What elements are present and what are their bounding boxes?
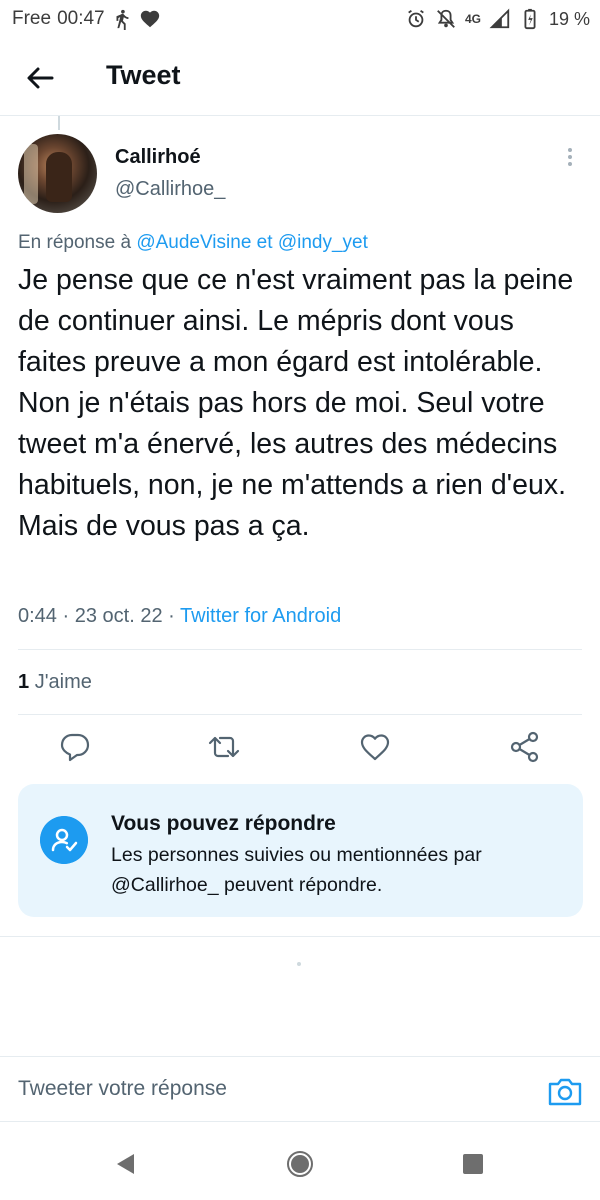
- tweet-date: 23 oct. 22: [74, 605, 163, 627]
- mention-link-audevisine[interactable]: @AudeVisine: [136, 232, 251, 253]
- more-options-icon[interactable]: [560, 146, 580, 172]
- thread-connector: [58, 116, 60, 130]
- camera-icon[interactable]: [546, 1075, 584, 1109]
- signal-icon: [489, 8, 510, 29]
- reply-permission-card: Vous pouvez répondre Les personnes suivi…: [18, 784, 583, 917]
- notifications-off-icon: [437, 9, 455, 28]
- back-arrow-icon[interactable]: [22, 60, 58, 96]
- battery-icon: [524, 8, 536, 30]
- reply-prefix: En réponse à: [18, 232, 132, 253]
- mention-link-indy-yet[interactable]: @indy_yet: [278, 232, 368, 253]
- tweet-text: Je pense que ce n'est vraiment pas la pe…: [18, 264, 574, 542]
- likes-label: J'aime: [34, 671, 92, 693]
- card-title: Vous pouvez répondre: [111, 812, 336, 835]
- heart-status-icon: [140, 10, 159, 28]
- app-header: Tweet: [0, 38, 600, 116]
- nav-recents-icon[interactable]: [461, 1152, 485, 1176]
- status-bar-right: 4G 19 %: [405, 8, 590, 30]
- tweet-time: 0:44: [18, 605, 57, 627]
- tweet-meta: 0:44 · 23 oct. 22 · Twitter for Android: [18, 605, 341, 628]
- network-type: 4G: [464, 12, 481, 26]
- reply-icon[interactable]: [58, 730, 92, 764]
- avatar-figure: [46, 152, 72, 202]
- reply-composer: [0, 1056, 600, 1122]
- system-nav-bar: [0, 1124, 600, 1200]
- avatar-light: [24, 144, 38, 204]
- tweet-actions: [0, 730, 600, 770]
- battery-level: 19 %: [548, 8, 590, 29]
- carrier-label: Free: [12, 8, 52, 29]
- reply-conjunction: et: [256, 232, 273, 253]
- meta-separator: ·: [168, 605, 175, 627]
- nav-home-icon[interactable]: [286, 1150, 314, 1178]
- likes-stat[interactable]: 1 J'aime: [18, 671, 92, 694]
- walking-icon: [116, 9, 129, 30]
- heart-icon[interactable]: [358, 730, 392, 764]
- divider: [18, 714, 582, 715]
- status-bar: Free 00:47 4G 19 %: [0, 0, 600, 38]
- retweet-icon[interactable]: [207, 730, 241, 764]
- reply-input[interactable]: [18, 1077, 518, 1101]
- clock: 00:47: [57, 8, 105, 29]
- share-icon[interactable]: [508, 730, 542, 764]
- divider: [0, 936, 600, 937]
- author-handle[interactable]: @Callirhoe_: [115, 178, 225, 201]
- alarm-icon: [408, 9, 424, 28]
- likes-count: 1: [18, 671, 30, 693]
- status-bar-left: Free 00:47: [12, 8, 161, 30]
- loading-indicator: [297, 962, 301, 966]
- card-body: Les personnes suivies ou mentionnées par…: [111, 844, 482, 896]
- author-name[interactable]: Callirhoé: [115, 146, 201, 169]
- tweet-source-link[interactable]: Twitter for Android: [180, 605, 341, 627]
- meta-separator: ·: [62, 605, 70, 627]
- divider: [18, 649, 582, 650]
- reply-context: En réponse à @AudeVisine et @indy_yet: [18, 232, 368, 254]
- mentioned-users-icon: [40, 816, 88, 864]
- avatar[interactable]: [18, 134, 97, 213]
- page-title: Tweet: [106, 60, 181, 90]
- nav-back-icon[interactable]: [114, 1152, 138, 1176]
